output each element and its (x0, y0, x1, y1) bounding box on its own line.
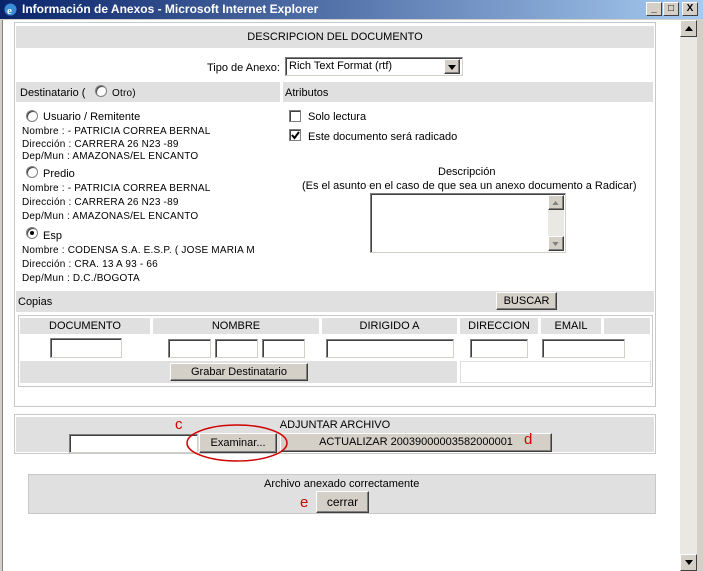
dirigido-a-input[interactable] (326, 339, 454, 358)
arrow-down-icon (552, 242, 559, 246)
archivo-input[interactable] (69, 434, 198, 453)
col-documento: DOCUMENTO (20, 318, 150, 334)
actualizar-button[interactable]: ACTUALIZAR 20039000003582000001 (280, 433, 552, 452)
col-nombre: NOMBRE (153, 318, 319, 334)
radicado-checkbox[interactable] (289, 129, 301, 141)
esp-radio[interactable] (26, 227, 38, 239)
col-direccion: DIRECCION (460, 318, 538, 334)
col-dirigido-a: DIRIGIDO A (322, 318, 457, 334)
col-email: EMAIL (541, 318, 601, 334)
grabar-row-right (460, 361, 651, 383)
textarea-scroll-up[interactable] (548, 195, 564, 210)
tipo-anexo-label: Tipo de Anexo: (207, 62, 280, 74)
close-button[interactable]: X (682, 2, 698, 16)
buscar-button[interactable]: BUSCAR (496, 292, 557, 310)
scroll-down-button[interactable] (680, 554, 697, 571)
usuario-remitente-radio[interactable] (26, 110, 38, 122)
arrow-down-icon (685, 560, 693, 565)
scroll-up-button[interactable] (680, 20, 697, 37)
dropdown-arrow-button[interactable] (444, 59, 460, 74)
esp-nombre: Nombre : CODENSA S.A. E.S.P. ( JOSE MARI… (22, 245, 255, 256)
direccion-input[interactable] (470, 339, 528, 358)
cerrar-button[interactable]: cerrar (316, 491, 369, 513)
window-title-bar[interactable]: e Información de Anexos - Microsoft Inte… (0, 0, 703, 19)
internet-explorer-icon: e (4, 3, 17, 17)
nombre-input-2[interactable] (215, 339, 258, 358)
window-title: Información de Anexos - Microsoft Intern… (22, 2, 319, 16)
chevron-down-icon (448, 65, 456, 70)
svg-text:e: e (7, 5, 12, 17)
predio-nombre: Nombre : - PATRICIA CORREA BERNAL (22, 183, 211, 194)
descripcion-header: DESCRIPCION DEL DOCUMENTO (16, 26, 654, 48)
annotation-e: e (300, 494, 309, 511)
tipo-anexo-select[interactable]: Rich Text Format (rtf) (285, 57, 463, 76)
radicado-label: Este documento será radicado (308, 131, 458, 143)
textarea-scrollbar[interactable] (548, 195, 564, 251)
esp-label: Esp (43, 230, 62, 242)
predio-direccion: Dirección : CARRERA 26 N23 -89 (22, 197, 179, 208)
arrow-up-icon (685, 26, 693, 31)
usuario-direccion: Dirección : CARRERA 26 N23 -89 (22, 139, 179, 150)
atributos-header (283, 82, 653, 102)
tipo-anexo-value: Rich Text Format (rtf) (289, 60, 393, 72)
textarea-scroll-down[interactable] (548, 236, 564, 251)
adjuntar-header: ADJUNTAR ARCHIVO (16, 417, 654, 433)
atributos-label: Atributos (285, 87, 329, 99)
minimize-button[interactable]: _ (646, 2, 662, 16)
descripcion-hint: (Es el asunto en el caso de que sea un a… (302, 180, 637, 192)
esp-depmun: Dep/Mun : D.C./BOGOTA (22, 273, 140, 284)
email-input[interactable] (542, 339, 625, 358)
nombre-input-1[interactable] (168, 339, 211, 358)
annotation-ellipse (186, 424, 288, 462)
otro-radio[interactable] (95, 85, 107, 97)
arrow-up-icon (552, 201, 559, 205)
usuario-nombre: Nombre : - PATRICIA CORREA BERNAL (22, 126, 211, 137)
usuario-remitente-label: Usuario / Remitente (43, 111, 141, 123)
predio-depmun: Dep/Mun : AMAZONAS/EL ENCANTO (22, 211, 199, 222)
resultado-message: Archivo anexado correctamente (264, 478, 420, 490)
destinatario-label: Destinatario ( (20, 87, 86, 99)
predio-radio[interactable] (26, 166, 38, 178)
nombre-input-3[interactable] (262, 339, 305, 358)
otro-label: Otro) (112, 88, 136, 99)
usuario-depmun: Dep/Mun : AMAZONAS/EL ENCANTO (22, 151, 199, 162)
grabar-destinatario-button[interactable]: Grabar Destinatario (170, 363, 308, 381)
annotation-d: d (524, 431, 533, 448)
annotation-c: c (175, 416, 183, 433)
maximize-button[interactable]: □ (663, 2, 679, 16)
copias-label: Copias (18, 296, 53, 308)
col-empty (604, 318, 650, 334)
solo-lectura-label: Solo lectura (308, 111, 367, 123)
window-frame-right (697, 20, 703, 571)
descripcion-title: Descripción (438, 166, 496, 178)
descripcion-textarea[interactable] (370, 193, 566, 253)
solo-lectura-checkbox[interactable] (289, 110, 301, 122)
predio-label: Predio (43, 168, 75, 180)
checkmark-icon (291, 131, 300, 140)
documento-input[interactable] (50, 338, 122, 358)
vertical-scrollbar[interactable] (680, 20, 697, 571)
esp-direccion: Dirección : CRA. 13 A 93 - 66 (22, 259, 158, 270)
copias-header (16, 291, 654, 312)
